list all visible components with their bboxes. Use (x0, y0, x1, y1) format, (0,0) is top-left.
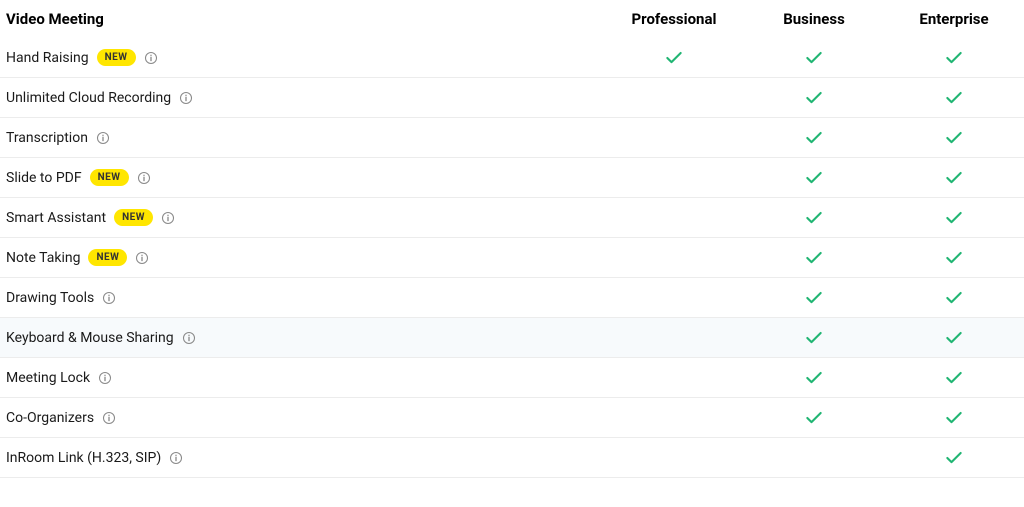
plan-cell (604, 48, 744, 68)
info-icon[interactable] (144, 51, 158, 65)
info-icon[interactable] (161, 211, 175, 225)
table-row: Note Taking NEW (0, 238, 1024, 278)
feature-cell: Unlimited Cloud Recording (6, 90, 604, 106)
feature-label: Hand Raising (6, 50, 89, 66)
plan-cell (744, 168, 884, 188)
table-row: Transcription (0, 118, 1024, 158)
plan-cell (744, 208, 884, 228)
check-icon (804, 48, 824, 68)
feature-label: Note Taking (6, 250, 80, 266)
feature-label: Slide to PDF (6, 170, 82, 186)
plan-cell (744, 328, 884, 348)
check-icon (804, 88, 824, 108)
plan-cell (884, 208, 1024, 228)
info-icon[interactable] (102, 291, 116, 305)
feature-label: Transcription (6, 130, 88, 146)
check-icon (944, 208, 964, 228)
feature-label: Keyboard & Mouse Sharing (6, 330, 174, 346)
table-row: Meeting Lock (0, 358, 1024, 398)
check-icon (664, 48, 684, 68)
info-icon[interactable] (179, 91, 193, 105)
feature-cell: Transcription (6, 130, 604, 146)
new-badge: NEW (97, 49, 136, 66)
info-icon[interactable] (96, 131, 110, 145)
check-icon (944, 168, 964, 188)
plan-cell (744, 48, 884, 68)
check-icon (804, 128, 824, 148)
plan-cell (884, 368, 1024, 388)
new-badge: NEW (90, 169, 129, 186)
table-row: Smart Assistant NEW (0, 198, 1024, 238)
info-icon[interactable] (169, 451, 183, 465)
plan-cell (744, 408, 884, 428)
table-row: Slide to PDF NEW (0, 158, 1024, 198)
table-row: Unlimited Cloud Recording (0, 78, 1024, 118)
feature-cell: Smart Assistant NEW (6, 209, 604, 226)
check-icon (944, 408, 964, 428)
plan-cell (884, 168, 1024, 188)
feature-cell: InRoom Link (H.323, SIP) (6, 450, 604, 466)
check-icon (804, 248, 824, 268)
plan-header-business: Business (744, 10, 884, 28)
check-icon (804, 168, 824, 188)
check-icon (944, 368, 964, 388)
table-header-row: Video Meeting Professional Business Ente… (0, 0, 1024, 38)
plan-cell (884, 328, 1024, 348)
check-icon (944, 328, 964, 348)
check-icon (944, 88, 964, 108)
category-header: Video Meeting (6, 10, 604, 28)
plan-cell (884, 408, 1024, 428)
new-badge: NEW (114, 209, 153, 226)
check-icon (944, 48, 964, 68)
plan-header-professional: Professional (604, 10, 744, 28)
feature-cell: Co-Organizers (6, 410, 604, 426)
feature-cell: Drawing Tools (6, 290, 604, 306)
info-icon[interactable] (102, 411, 116, 425)
feature-cell: Note Taking NEW (6, 249, 604, 266)
check-icon (944, 248, 964, 268)
info-icon[interactable] (137, 171, 151, 185)
plan-cell (884, 288, 1024, 308)
info-icon[interactable] (135, 251, 149, 265)
plan-cell (744, 368, 884, 388)
check-icon (804, 328, 824, 348)
feature-label: Smart Assistant (6, 210, 106, 226)
feature-comparison-table: Video Meeting Professional Business Ente… (0, 0, 1024, 478)
plan-header-enterprise: Enterprise (884, 10, 1024, 28)
plan-cell (884, 448, 1024, 468)
table-row: Drawing Tools (0, 278, 1024, 318)
table-row: InRoom Link (H.323, SIP) (0, 438, 1024, 478)
plan-cell (744, 248, 884, 268)
check-icon (804, 288, 824, 308)
feature-cell: Hand Raising NEW (6, 49, 604, 66)
check-icon (944, 448, 964, 468)
feature-cell: Meeting Lock (6, 370, 604, 386)
info-icon[interactable] (182, 331, 196, 345)
plan-cell (884, 48, 1024, 68)
plan-cell (884, 128, 1024, 148)
feature-label: InRoom Link (H.323, SIP) (6, 450, 161, 466)
feature-label: Unlimited Cloud Recording (6, 90, 171, 106)
feature-cell: Keyboard & Mouse Sharing (6, 330, 604, 346)
feature-label: Drawing Tools (6, 290, 94, 306)
check-icon (804, 368, 824, 388)
feature-label: Co-Organizers (6, 410, 94, 426)
plan-cell (884, 248, 1024, 268)
check-icon (804, 408, 824, 428)
plan-cell (744, 128, 884, 148)
check-icon (804, 208, 824, 228)
plan-cell (744, 88, 884, 108)
check-icon (944, 128, 964, 148)
info-icon[interactable] (98, 371, 112, 385)
feature-cell: Slide to PDF NEW (6, 169, 604, 186)
table-row: Co-Organizers (0, 398, 1024, 438)
plan-cell (744, 288, 884, 308)
feature-label: Meeting Lock (6, 370, 90, 386)
check-icon (944, 288, 964, 308)
plan-cell (884, 88, 1024, 108)
table-row: Hand Raising NEW (0, 38, 1024, 78)
table-row: Keyboard & Mouse Sharing (0, 318, 1024, 358)
new-badge: NEW (88, 249, 127, 266)
